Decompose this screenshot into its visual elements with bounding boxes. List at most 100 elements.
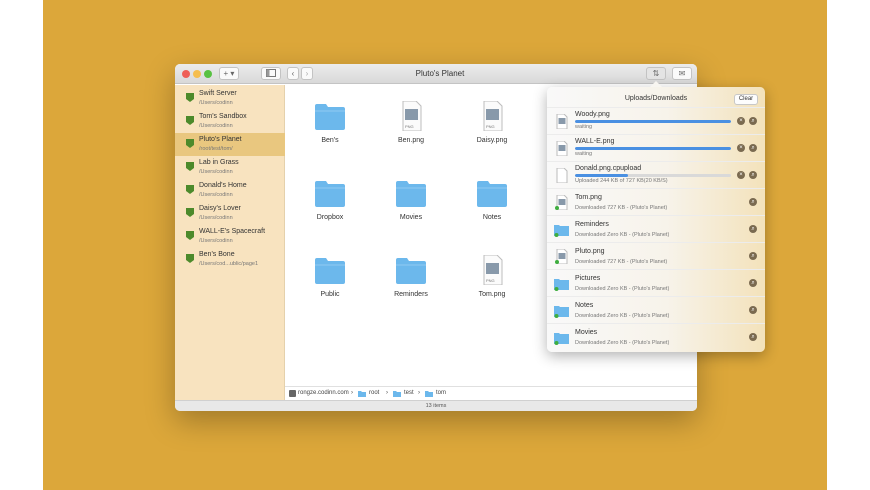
reveal-icon[interactable]: ⌕ [749,225,757,233]
sidebar-item-path: /Users/codinn [199,123,233,129]
add-menu-button[interactable]: + ▾ [219,67,239,80]
server-icon [186,254,194,263]
server-icon [186,185,194,194]
sidebar-item-wall-e-spacecraft[interactable]: WALL-E's Spacecraft /Users/codinn [175,225,285,248]
transfers-button[interactable]: ⇅ [646,67,666,80]
reveal-icon[interactable]: ⌕ [749,171,757,179]
sidebar-icon [266,69,276,77]
transfer-row[interactable]: Movies Downloaded Zero KB - (Pluto's Pla… [547,323,765,350]
document-file-icon [556,168,568,183]
reveal-icon[interactable]: ⌕ [749,333,757,341]
folder-icon [425,391,433,397]
sidebar-item-donalds-home[interactable]: Donald's Home /Users/codinn [175,179,285,202]
server-icon [186,231,194,240]
file-name: Reminders [394,291,428,298]
file-name: Movies [399,214,423,221]
sidebar-item-path: /Users/codinn [199,238,233,244]
transfer-row[interactable]: Tom.png Downloaded 727 KB - (Pluto's Pla… [547,188,765,215]
transfer-progress [575,147,731,150]
transfer-status: waiting [575,151,593,157]
transfer-status: Downloaded Zero KB - (Pluto's Planet) [575,286,670,292]
sidebar-item-name: Tom's Sandbox [199,113,247,120]
cancel-icon[interactable]: × [737,171,745,179]
transfer-status: waiting [575,124,593,130]
file-item-daisy-png[interactable]: PNG Daisy.png [456,101,526,161]
server-icon [289,390,296,397]
transfer-name: Donald.png.cpupload [575,165,642,172]
transfer-status: Uploaded 244 KB of 727 KB(20 KB/S) [575,178,668,184]
file-name: Public [320,291,340,298]
sidebar-item-name: Lab in Grass [199,159,239,166]
cancel-icon[interactable]: × [737,117,745,125]
sidebar-item-path: /Users/codinn [199,100,233,106]
sidebar-item-swift-server[interactable]: Swift Server /Users/codinn [175,87,285,110]
sidebar-item-toms-sandbox[interactable]: Tom's Sandbox /Users/codinn [175,110,285,133]
transfer-row[interactable]: Woody.png waiting × ⌕ [547,107,765,134]
sidebar-item-path: /Users/codinn [199,169,233,175]
reveal-icon[interactable]: ⌕ [749,198,757,206]
clear-button[interactable]: Clear [734,94,758,105]
file-item-bens[interactable]: Ben's [294,101,364,161]
folder-icon [477,181,507,207]
transfer-progress [575,174,731,177]
png-badge: PNG [486,124,495,129]
transfer-row[interactable]: Notes Downloaded Zero KB - (Pluto's Plan… [547,296,765,323]
image-file-icon [556,114,568,129]
reveal-icon[interactable]: ⌕ [749,279,757,287]
toggle-sidebar-button[interactable] [261,67,281,80]
chevron-left-icon: ‹ [291,69,295,78]
mail-button[interactable]: ✉ [672,67,692,80]
path-segment-root[interactable]: root [369,390,379,396]
file-item-tom-png[interactable]: PNG Tom.png [456,255,526,315]
path-segment-tom[interactable]: tom [436,390,446,396]
transfer-status: Downloaded Zero KB - (Pluto's Planet) [575,313,670,319]
close-window-button[interactable] [182,70,190,78]
back-button[interactable]: ‹ [287,67,299,80]
sidebar-item-lab-in-grass[interactable]: Lab in Grass /Users/codinn [175,156,285,179]
transfer-row[interactable]: Pictures Downloaded Zero KB - (Pluto's P… [547,269,765,296]
cancel-icon[interactable]: × [737,144,745,152]
reveal-icon[interactable]: ⌕ [749,117,757,125]
file-name: Ben.png [397,137,425,144]
file-name: Ben's [321,137,339,144]
sidebar: Swift Server /Users/codinn Tom's Sandbox… [175,85,285,401]
transfer-status: Downloaded Zero KB - (Pluto's Planet) [575,232,670,238]
server-icon [186,208,194,217]
transfer-row[interactable]: WALL-E.png waiting × ⌕ [547,134,765,161]
reveal-icon[interactable]: ⌕ [749,306,757,314]
sidebar-item-daisys-lover[interactable]: Daisy's Lover /Users/codinn [175,202,285,225]
reveal-icon[interactable]: ⌕ [749,252,757,260]
file-item-ben-png[interactable]: PNG Ben.png [375,101,445,161]
reveal-icon[interactable]: ⌕ [749,144,757,152]
path-segment-test[interactable]: test [404,390,414,396]
transfer-progress [575,120,731,123]
transfer-row[interactable]: Pluto.png Downloaded 727 KB - (Pluto's P… [547,242,765,269]
file-name: Daisy.png [476,137,508,144]
transfer-row[interactable]: Reminders Downloaded Zero KB - (Pluto's … [547,215,765,242]
sidebar-item-plutos-planet[interactable]: Pluto's Planet /root/test/tom/ [175,133,285,156]
transfer-status: Downloaded 727 KB - (Pluto's Planet) [575,205,668,211]
sidebar-item-bens-bone[interactable]: Ben's Bone /Users/cod...ublic/page1 [175,248,285,271]
sidebar-item-name: WALL-E's Spacecraft [199,228,266,235]
zoom-window-button[interactable] [204,70,212,78]
path-host[interactable]: rongze.codinn.com [298,390,349,396]
transfer-name: Reminders [575,221,609,228]
file-item-notes[interactable]: Notes [456,178,526,238]
folder-icon [315,181,345,207]
path-bar: rongze.codinn.com › root › test › tom [285,386,697,400]
popover-arrow [650,81,662,87]
transfer-status: Downloaded Zero KB - (Pluto's Planet) [575,340,670,346]
folder-icon [554,306,569,318]
transfer-row[interactable]: Donald.png.cpupload Uploaded 244 KB of 7… [547,161,765,188]
sidebar-item-name: Ben's Bone [199,251,235,258]
forward-button[interactable]: › [301,67,313,80]
file-item-dropbox[interactable]: Dropbox [294,178,364,238]
file-item-movies[interactable]: Movies [375,178,445,238]
file-item-public[interactable]: Public [294,255,364,315]
png-badge: PNG [405,124,414,129]
minimize-window-button[interactable] [193,70,201,78]
file-item-reminders[interactable]: Reminders [375,255,445,315]
folder-icon [393,391,401,397]
sidebar-item-path: /Users/cod...ublic/page1 [199,261,259,267]
server-icon [186,93,194,102]
